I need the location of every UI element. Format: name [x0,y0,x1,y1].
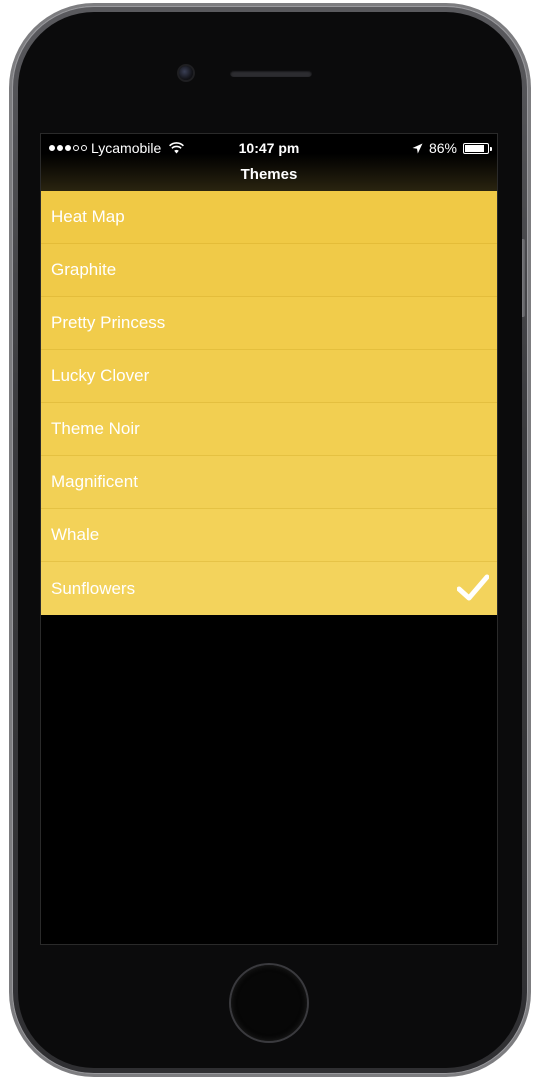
status-right-group: 86% [412,140,492,156]
theme-row[interactable]: Sunflowers [41,562,497,615]
front-camera [179,66,193,80]
screen: Lycamobile 10:47 pm 86% Themes Heat Map G… [40,133,498,945]
theme-row[interactable]: Lucky Clover [41,350,497,403]
navigation-bar: Lycamobile 10:47 pm 86% Themes [41,134,497,191]
theme-row[interactable]: Graphite [41,244,497,297]
theme-row[interactable]: Pretty Princess [41,297,497,350]
home-button[interactable] [231,965,307,1041]
battery-percent: 86% [428,140,457,156]
theme-label: Sunflowers [51,578,136,598]
theme-row[interactable]: Magnificent [41,456,497,509]
theme-row[interactable]: Theme Noir [41,403,497,456]
theme-label: Lucky Clover [51,366,150,385]
theme-label: Theme Noir [51,419,140,438]
theme-list: Heat Map Graphite Pretty Princess Lucky Clo… [41,191,497,615]
battery-level-fill [465,144,484,152]
theme-label: Heat Map [51,207,125,226]
theme-row[interactable]: Heat Map [41,191,497,244]
theme-label: Whale [51,525,100,544]
theme-row[interactable]: Whale [41,509,497,562]
battery-icon [463,142,492,154]
page-title: Themes [240,166,298,183]
location-arrow-icon [412,143,423,153]
theme-label: Magnificent [51,472,138,491]
theme-label: Graphite [51,260,117,279]
theme-label: Pretty Princess [51,313,166,332]
earpiece-speaker [230,70,312,77]
checkmark-icon [457,574,489,601]
status-bar: Lycamobile 10:47 pm 86% [41,140,497,158]
